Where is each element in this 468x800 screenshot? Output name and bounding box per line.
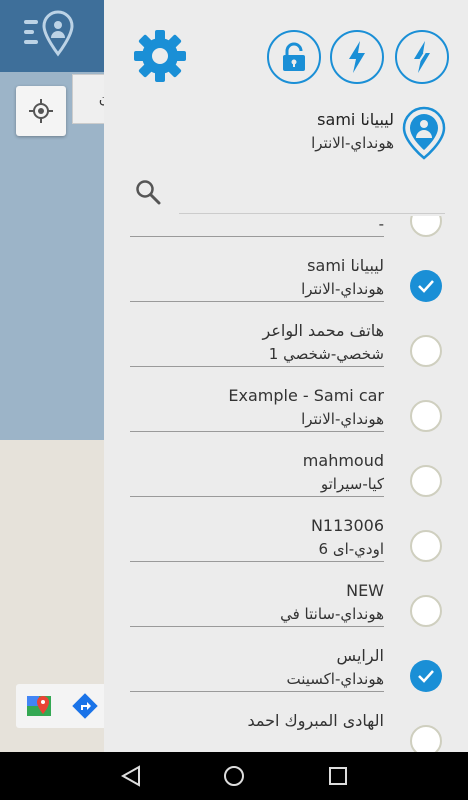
- lock-icon: [283, 42, 305, 71]
- vehicle-texts: N113006 اودي-اى 6: [130, 514, 384, 562]
- my-location-button[interactable]: [16, 86, 66, 136]
- vehicle-texts: الرايس هونداي-اكسينت: [130, 644, 384, 692]
- system-navigation-bar: [0, 752, 468, 800]
- google-maps-icon[interactable]: [25, 692, 53, 720]
- bolt-icon: [349, 41, 365, 73]
- app-logo-icon: [24, 10, 74, 57]
- vehicle-list-item[interactable]: الرايس هونداي-اكسينت: [104, 631, 468, 696]
- vehicle-checkbox[interactable]: [410, 725, 442, 752]
- vehicle-checkbox-checked[interactable]: [410, 660, 442, 692]
- vehicle-list-item[interactable]: sami ليبيانا هونداي-الانترا: [104, 241, 468, 306]
- crosshair-icon: [29, 99, 53, 123]
- power-button[interactable]: [330, 30, 384, 84]
- bolt-outline-icon: [412, 41, 432, 73]
- vehicle-list-item[interactable]: N113006 اودي-اى 6: [104, 501, 468, 566]
- search-icon[interactable]: [134, 178, 162, 206]
- vehicle-model: هونداي-اكسينت: [130, 668, 384, 692]
- vehicle-list-item[interactable]: هاتف محمد الواعر شخصي-شخصي 1: [104, 306, 468, 371]
- lock-button[interactable]: [267, 30, 321, 84]
- vehicle-model: -: [130, 216, 384, 237]
- location-pin-icon: [402, 106, 446, 160]
- search-input[interactable]: [179, 176, 445, 214]
- vehicle-checkbox[interactable]: [410, 335, 442, 367]
- nav-recent-button[interactable]: [324, 762, 352, 790]
- vehicle-checkbox[interactable]: [410, 216, 442, 237]
- vehicle-drawer: sami ليبيانا هونداي-الانترا - sami ليبيان…: [104, 0, 468, 752]
- current-vehicle-model: هونداي-الانترا: [311, 134, 394, 152]
- vehicle-name: sami ليبيانا: [307, 256, 384, 275]
- vehicle-texts: mahmoud كيا-سيراتو: [130, 449, 384, 497]
- home-icon: [224, 766, 244, 786]
- vehicle-texts: sami ليبيانا هونداي-الانترا: [130, 254, 384, 302]
- vehicle-model: [130, 733, 384, 752]
- vehicle-texts: الهادى المبروك احمد: [130, 709, 384, 752]
- vehicle-name: Example - Sami car: [228, 386, 384, 405]
- vehicle-name: الهادى المبروك احمد: [247, 711, 384, 730]
- vehicle-model: هونداي-الانترا: [130, 408, 384, 432]
- vehicle-model: كيا-سيراتو: [130, 473, 384, 497]
- nav-home-button[interactable]: [220, 762, 248, 790]
- gear-icon[interactable]: [132, 28, 188, 84]
- vehicle-texts: هاتف محمد الواعر شخصي-شخصي 1: [130, 319, 384, 367]
- vehicle-name: الرايس: [336, 646, 384, 665]
- directions-icon[interactable]: [71, 692, 99, 720]
- vehicle-list-item[interactable]: -: [104, 216, 468, 241]
- recent-apps-icon: [329, 767, 347, 785]
- vehicle-texts: Example - Sami car هونداي-الانترا: [130, 384, 384, 432]
- vehicle-list-item[interactable]: mahmoud كيا-سيراتو: [104, 436, 468, 501]
- vehicle-checkbox[interactable]: [410, 400, 442, 432]
- vehicle-list: - sami ليبيانا هونداي-الانترا هاتف محمد الو…: [104, 216, 468, 752]
- power-off-button[interactable]: [395, 30, 449, 84]
- vehicle-texts: -: [130, 216, 384, 237]
- checkmark-icon: [418, 670, 434, 683]
- nav-back-button[interactable]: [117, 762, 145, 790]
- vehicle-name: N113006: [310, 516, 384, 535]
- vehicle-model: اودي-اى 6: [130, 538, 384, 562]
- vehicle-model: هونداي-سانتا في: [130, 603, 384, 627]
- vehicle-model: هونداي-الانترا: [130, 278, 384, 302]
- vehicle-model: شخصي-شخصي 1: [130, 343, 384, 367]
- checkmark-icon: [418, 280, 434, 293]
- vehicle-name: NEW: [346, 581, 384, 600]
- back-icon: [120, 765, 140, 787]
- current-vehicle-name: sami ليبيانا: [317, 110, 394, 129]
- vehicle-checkbox-checked[interactable]: [410, 270, 442, 302]
- vehicle-checkbox[interactable]: [410, 465, 442, 497]
- vehicle-texts: NEW هونداي-سانتا في: [130, 579, 384, 627]
- vehicle-list-item[interactable]: الهادى المبروك احمد: [104, 696, 468, 752]
- vehicle-name: mahmoud: [302, 451, 384, 470]
- vehicle-list-item[interactable]: NEW هونداي-سانتا في: [104, 566, 468, 631]
- vehicle-checkbox[interactable]: [410, 530, 442, 562]
- vehicle-name: هاتف محمد الواعر: [262, 321, 384, 340]
- vehicle-list-item[interactable]: Example - Sami car هونداي-الانترا: [104, 371, 468, 436]
- maps-shortcuts: [16, 684, 108, 728]
- vehicle-checkbox[interactable]: [410, 595, 442, 627]
- current-vehicle: sami ليبيانا هونداي-الانترا: [254, 108, 394, 154]
